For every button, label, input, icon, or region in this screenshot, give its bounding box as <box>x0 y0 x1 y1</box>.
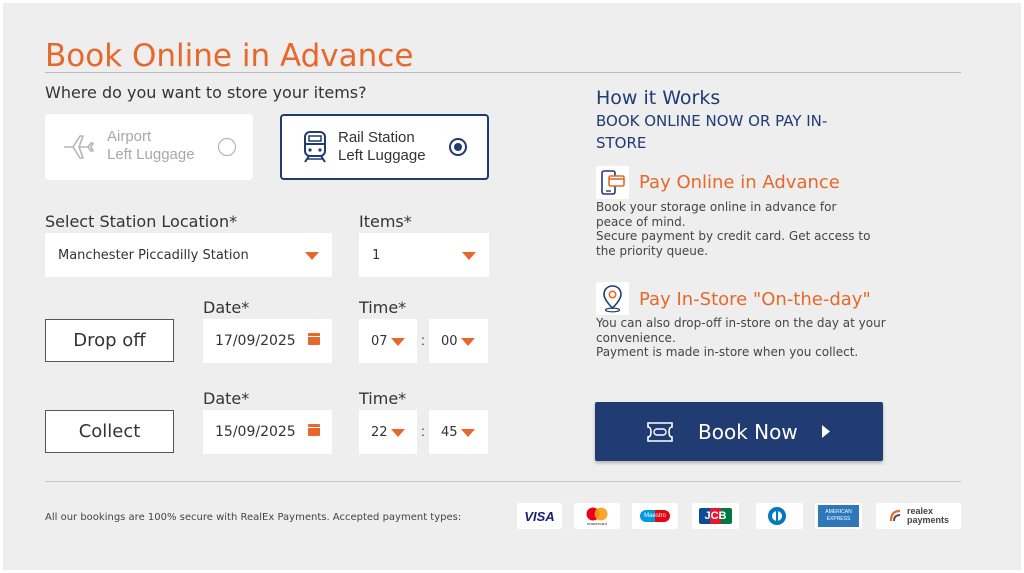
mastercard-label: mastercard <box>586 520 607 526</box>
jcb-label: JCB <box>699 508 732 524</box>
pay-online-line2: Secure payment by credit card. Get acces… <box>596 229 871 258</box>
rail-option-label: Rail Station Left Luggage <box>338 129 426 165</box>
how-it-works-title: How it Works <box>596 87 721 109</box>
page-title: Book Online in Advance <box>45 38 414 74</box>
collect-date-label: Date* <box>203 389 250 408</box>
pay-instore-line2: Payment is made in-store when you collec… <box>596 345 859 359</box>
dropoff-time-label: Time* <box>359 298 407 317</box>
diners-circle-icon <box>767 507 786 525</box>
pay-instore-text: You can also drop-off in-store on the da… <box>596 316 896 360</box>
chevron-down-icon <box>305 252 319 260</box>
items-select-value: 1 <box>372 247 381 263</box>
dropoff-minute-value: 00 <box>441 333 458 349</box>
collect-date-input[interactable]: 15/09/2025 <box>203 410 332 454</box>
mobile-card-icon <box>596 166 629 199</box>
train-icon <box>304 131 326 163</box>
chevron-down-icon <box>391 338 405 346</box>
maestro-card-icon: Maestro <box>632 503 678 529</box>
mastercard-card-icon: mastercard <box>574 503 620 529</box>
station-select-value: Manchester Piccadilly Station <box>58 247 249 263</box>
pay-online-title: Pay Online in Advance <box>639 172 840 193</box>
collect-minute-select[interactable]: 45 <box>429 410 488 454</box>
how-it-works-subtitle: BOOK ONLINE NOW OR PAY IN-STORE <box>596 112 828 152</box>
chevron-down-icon <box>391 429 405 437</box>
location-pin-icon <box>596 282 629 315</box>
pay-instore-line1: You can also drop-off in-store on the da… <box>596 316 886 345</box>
pay-instore-title: Pay In-Store "On-the-day" <box>639 289 871 310</box>
diners-label: Diners Club <box>787 515 794 517</box>
dropoff-date-input[interactable]: 17/09/2025 <box>203 319 332 363</box>
airport-option-label: Airport Left Luggage <box>107 128 195 164</box>
collect-hour-value: 22 <box>371 424 388 440</box>
chevron-down-icon <box>461 429 475 437</box>
realex-logo-icon <box>889 509 901 522</box>
airport-option[interactable]: Airport Left Luggage <box>45 114 253 180</box>
dropoff-button[interactable]: Drop off <box>45 319 174 362</box>
realex-label: realex payments <box>907 506 950 525</box>
amex-label: AMERICAN EXPRESS <box>818 505 859 527</box>
rail-label-line2: Left Luggage <box>338 147 426 164</box>
dropoff-date-value: 17/09/2025 <box>215 333 296 349</box>
secure-payments-text: All our bookings are 100% secure with Re… <box>45 512 462 523</box>
rail-station-option[interactable]: Rail Station Left Luggage <box>280 114 489 180</box>
collect-minute-value: 45 <box>441 424 458 440</box>
station-select[interactable]: Manchester Piccadilly Station <box>45 233 332 277</box>
pay-online-line1: Book your storage online in advance for … <box>596 200 837 229</box>
calendar-icon[interactable] <box>308 333 320 345</box>
items-select[interactable]: 1 <box>359 233 489 277</box>
amex-card-icon: AMERICAN EXPRESS <box>815 503 862 529</box>
rail-radio-selected[interactable] <box>449 138 467 156</box>
diners-club-card-icon: Diners Club <box>756 503 803 529</box>
dropoff-hour-value: 07 <box>371 333 388 349</box>
airport-radio[interactable] <box>218 138 236 156</box>
chevron-down-icon <box>461 338 475 346</box>
ticket-icon <box>647 422 673 442</box>
storage-question: Where do you want to store your items? <box>45 83 367 102</box>
maestro-label: Maestro <box>640 510 670 522</box>
footer-divider <box>45 481 961 482</box>
title-divider <box>45 72 961 73</box>
book-now-button[interactable]: Book Now <box>595 402 883 461</box>
items-label: Items* <box>359 212 412 231</box>
station-label: Select Station Location* <box>45 212 238 231</box>
collect-button[interactable]: Collect <box>45 410 174 453</box>
calendar-icon[interactable] <box>308 424 320 436</box>
dropoff-minute-select[interactable]: 00 <box>429 319 488 363</box>
visa-card-icon: VISA <box>517 503 562 529</box>
mastercard-circles-icon <box>586 507 608 520</box>
chevron-down-icon <box>462 252 476 260</box>
visa-label: VISA <box>524 508 555 524</box>
collect-hour-select[interactable]: 22 <box>359 410 417 454</box>
time-separator: : <box>421 423 425 439</box>
realex-payments-logo: realex payments <box>876 503 961 529</box>
pay-online-text: Book your storage online in advance for … <box>596 200 876 258</box>
rail-label-line1: Rail Station <box>338 129 415 146</box>
airport-label-line1: Airport <box>107 128 152 145</box>
airport-label-line2: Left Luggage <box>107 146 195 163</box>
airplane-icon <box>64 135 94 159</box>
chevron-right-icon <box>822 425 830 438</box>
collect-time-label: Time* <box>359 389 407 408</box>
book-now-label: Book Now <box>698 419 798 444</box>
time-separator: : <box>421 332 425 348</box>
jcb-card-icon: JCB <box>692 503 739 529</box>
dropoff-hour-select[interactable]: 07 <box>359 319 417 363</box>
dropoff-date-label: Date* <box>203 298 250 317</box>
collect-date-value: 15/09/2025 <box>215 424 296 440</box>
